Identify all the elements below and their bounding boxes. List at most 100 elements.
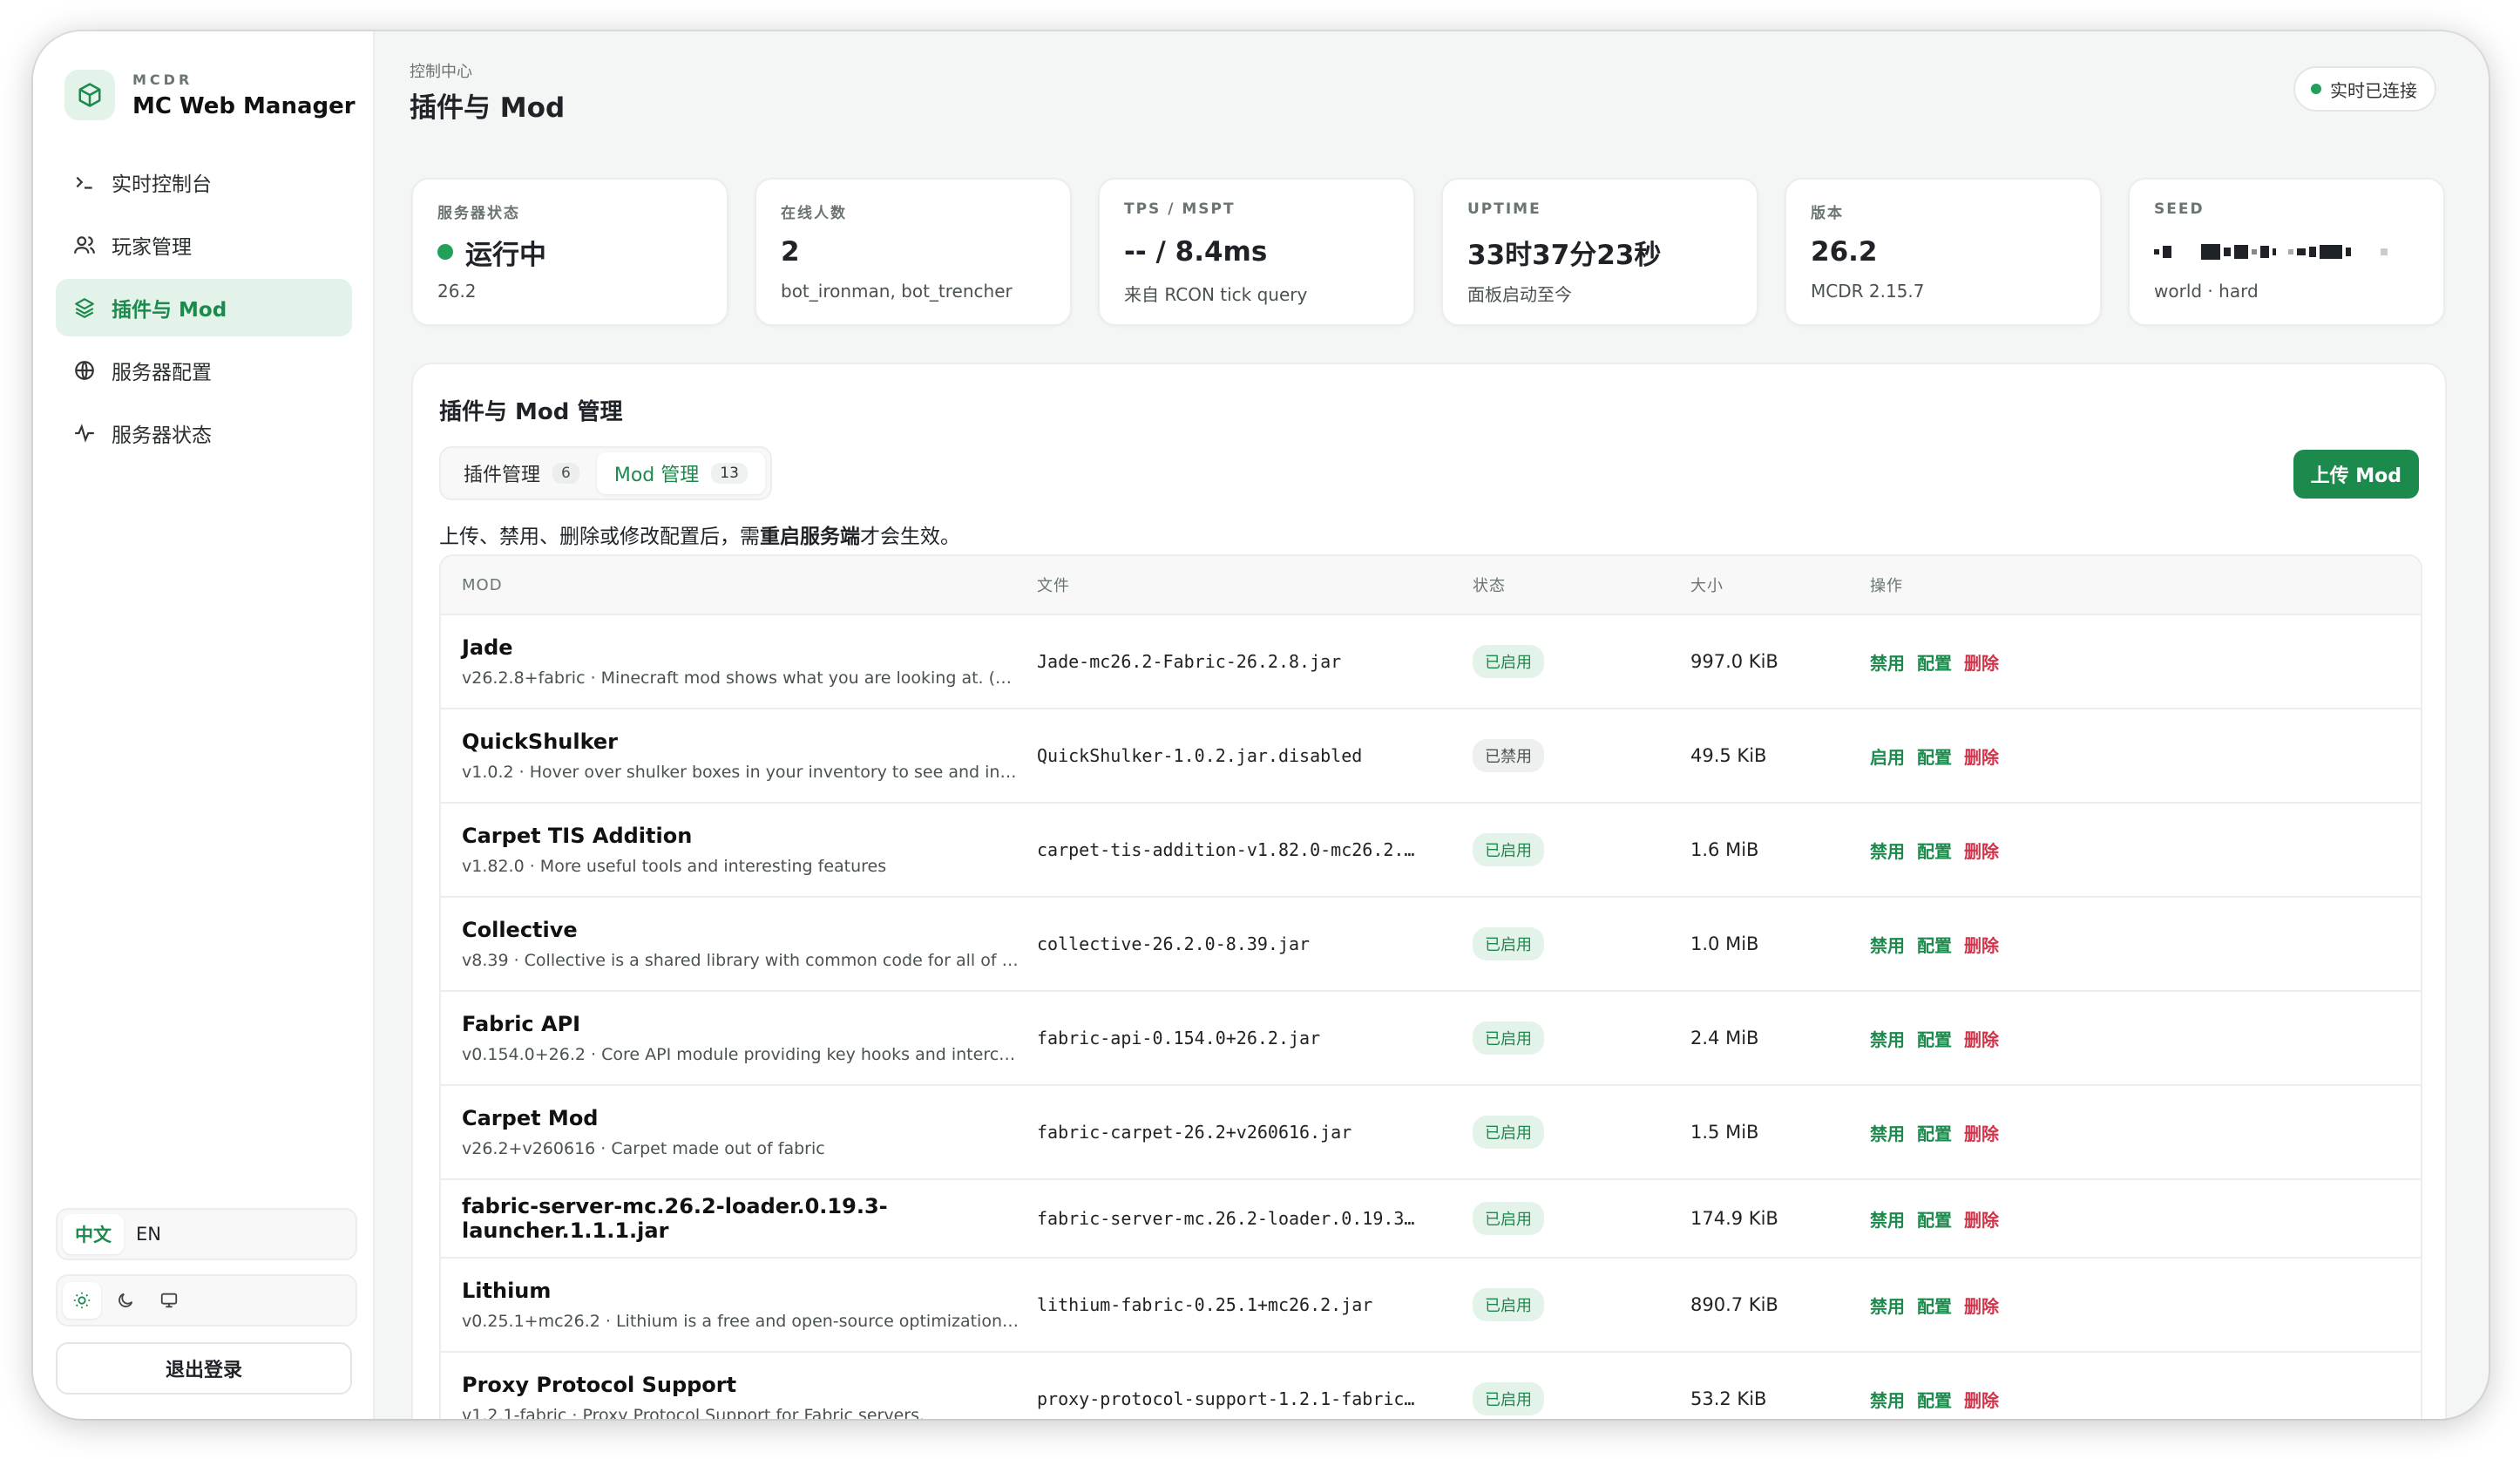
disable-mod-button[interactable]: 禁用 xyxy=(1870,935,1905,956)
mod-name: Carpet TIS Addition xyxy=(462,824,693,848)
table-row: Carpet TIS Addition v1.82.0 · More useful… xyxy=(441,804,2421,898)
config-mod-button[interactable]: 配置 xyxy=(1917,1296,1952,1317)
config-mod-button[interactable]: 配置 xyxy=(1917,1210,1952,1231)
delete-mod-button[interactable]: 删除 xyxy=(1964,653,1999,674)
sun-icon[interactable] xyxy=(63,1282,101,1319)
lang-en-button[interactable]: EN xyxy=(124,1217,173,1252)
file-cell: Jade-mc26.2-Fabric-26.2.8.jar xyxy=(1037,651,1473,672)
mod-description: v1.0.2 · Hover over shulker boxes in you… xyxy=(462,763,1020,782)
delete-mod-button[interactable]: 删除 xyxy=(1964,1390,1999,1411)
monitor-icon[interactable] xyxy=(150,1282,188,1319)
sidebar-item-server-config[interactable]: 服务器配置 xyxy=(56,342,352,399)
delete-mod-button[interactable]: 删除 xyxy=(1964,1029,1999,1050)
actions-cell: 禁用 配置 删除 xyxy=(1870,1120,2421,1145)
mod-size: 2.4 MiB xyxy=(1690,1028,1759,1048)
lang-zh-button[interactable]: 中文 xyxy=(63,1214,124,1254)
status-badge: 已启用 xyxy=(1473,927,1544,960)
config-mod-button[interactable]: 配置 xyxy=(1917,747,1952,768)
mod-file-name: fabric-carpet-26.2+v260616.jar xyxy=(1037,1122,1352,1143)
delete-mod-button[interactable]: 删除 xyxy=(1964,841,1999,862)
delete-mod-button[interactable]: 删除 xyxy=(1964,1123,1999,1144)
delete-mod-button[interactable]: 删除 xyxy=(1964,747,1999,768)
delete-mod-button[interactable]: 删除 xyxy=(1964,1210,1999,1231)
delete-mod-button[interactable]: 删除 xyxy=(1964,1296,1999,1317)
table-row: Fabric API v0.154.0+26.2 · Core API modul… xyxy=(441,992,2421,1086)
tab-mods[interactable]: Mod 管理 13 xyxy=(596,452,765,494)
status-badge: 已启用 xyxy=(1473,1021,1544,1055)
mod-file-name: lithium-fabric-0.25.1+mc26.2.jar xyxy=(1037,1294,1373,1315)
disable-mod-button[interactable]: 禁用 xyxy=(1870,1123,1905,1144)
state-cell: 已禁用 xyxy=(1473,739,1690,772)
config-mod-button[interactable]: 配置 xyxy=(1917,1029,1952,1050)
connection-status-label: 实时已连接 xyxy=(2330,79,2417,101)
state-cell: 已启用 xyxy=(1473,1202,1690,1235)
disable-mod-button[interactable]: 禁用 xyxy=(1870,1029,1905,1050)
mod-description: v0.25.1+mc26.2 · Lithium is a free and o… xyxy=(462,1312,1020,1331)
config-mod-button[interactable]: 配置 xyxy=(1917,1123,1952,1144)
tab-count-badge: 13 xyxy=(711,463,748,484)
config-mod-button[interactable]: 配置 xyxy=(1917,1390,1952,1411)
actions-cell: 禁用 配置 删除 xyxy=(1870,1387,2421,1412)
mod-size: 1.5 MiB xyxy=(1690,1122,1759,1143)
sidebar-item-players[interactable]: 玩家管理 xyxy=(56,216,352,274)
mod-description: v8.39 · Collective is a shared library w… xyxy=(462,951,1020,970)
disable-mod-button[interactable]: 禁用 xyxy=(1870,1210,1905,1231)
state-cell: 已启用 xyxy=(1473,1021,1690,1055)
size-cell: 997.0 KiB xyxy=(1690,651,1870,672)
disable-mod-button[interactable]: 禁用 xyxy=(1870,1296,1905,1317)
sidebar-item-plugins-mods[interactable]: 插件与 Mod xyxy=(56,279,352,336)
connection-status-badge: 实时已连接 xyxy=(2293,66,2436,112)
brand-title: MC Web Manager xyxy=(132,92,356,119)
disable-mod-button[interactable]: 禁用 xyxy=(1870,1390,1905,1411)
state-cell: 已启用 xyxy=(1473,1116,1690,1149)
moon-icon[interactable] xyxy=(106,1282,145,1319)
table-row: Lithium v0.25.1+mc26.2 · Lithium is a fre… xyxy=(441,1259,2421,1353)
cube-logo-icon xyxy=(64,70,115,120)
notice-text: 才会生效。 xyxy=(860,526,960,548)
disable-mod-button[interactable]: 禁用 xyxy=(1870,841,1905,862)
stat-sub: world · hard xyxy=(2154,281,2259,302)
mod-size: 53.2 KiB xyxy=(1690,1388,1767,1409)
sidebar-item-console[interactable]: 实时控制台 xyxy=(56,153,352,211)
disable-mod-button[interactable]: 禁用 xyxy=(1870,653,1905,674)
file-cell: QuickShulker-1.0.2.jar.disabled xyxy=(1037,745,1473,766)
file-cell: collective-26.2.0-8.39.jar xyxy=(1037,933,1473,954)
tab-plugins[interactable]: 插件管理 6 xyxy=(446,452,597,494)
actions-cell: 禁用 配置 删除 xyxy=(1870,1026,2421,1051)
stat-sub: 26.2 xyxy=(437,281,477,302)
restart-notice: 上传、禁用、删除或修改配置后，需重启服务端才会生效。 xyxy=(439,519,960,549)
sidebar-nav: 实时控制台 玩家管理 插件与 Mod 服务器配置 服务器状态 xyxy=(56,153,352,467)
stat-value: 运行中 xyxy=(465,239,546,271)
size-cell: 1.5 MiB xyxy=(1690,1122,1870,1143)
stat-label: 服务器状态 xyxy=(437,205,520,222)
stat-label: 版本 xyxy=(1811,205,1844,222)
theme-switcher xyxy=(56,1274,357,1327)
config-mod-button[interactable]: 配置 xyxy=(1917,841,1952,862)
brand-subtitle: MCDR xyxy=(132,71,193,88)
config-mod-button[interactable]: 配置 xyxy=(1917,935,1952,956)
table-row: QuickShulker v1.0.2 · Hover over shulker … xyxy=(441,709,2421,804)
config-mod-button[interactable]: 配置 xyxy=(1917,653,1952,674)
table-body: Jade v26.2.8+fabric · Minecraft mod shows… xyxy=(441,615,2421,1419)
stat-value: -- / 8.4ms xyxy=(1124,236,1268,268)
stat-cards: 服务器状态 运行中 26.2 在线人数 2 bot_ironman, bot_t… xyxy=(411,178,2445,326)
stat-card-uptime: UPTIME 33时37分23秒 面板启动至今 xyxy=(1441,178,1758,326)
logout-button[interactable]: 退出登录 xyxy=(56,1342,352,1395)
state-cell: 已启用 xyxy=(1473,833,1690,866)
table-row: Proxy Protocol Support v1.2.1-fabric · Pr… xyxy=(441,1353,2421,1419)
delete-mod-button[interactable]: 删除 xyxy=(1964,935,1999,956)
mod-name: Jade xyxy=(462,635,513,660)
mod-cell: Carpet Mod v26.2+v260616 · Carpet made ou… xyxy=(441,1106,1037,1158)
sidebar-item-server-status[interactable]: 服务器状态 xyxy=(56,404,352,462)
stat-value: 2 xyxy=(781,236,800,268)
mod-file-name: fabric-server-mc.26.2-loader.0.19.3… xyxy=(1037,1208,1415,1229)
table-row: Collective v8.39 · Collective is a shared… xyxy=(441,898,2421,992)
page-title: 插件与 Mod xyxy=(410,92,566,124)
upload-mod-button[interactable]: 上传 Mod xyxy=(2293,450,2419,499)
stat-sub: MCDR 2.15.7 xyxy=(1811,281,1925,302)
status-badge: 已启用 xyxy=(1473,833,1544,866)
status-badge: 已禁用 xyxy=(1473,739,1544,772)
status-dot-icon xyxy=(2311,84,2321,94)
mod-cell: Proxy Protocol Support v1.2.1-fabric · Pr… xyxy=(441,1373,1037,1419)
enable-mod-button[interactable]: 启用 xyxy=(1870,747,1905,768)
